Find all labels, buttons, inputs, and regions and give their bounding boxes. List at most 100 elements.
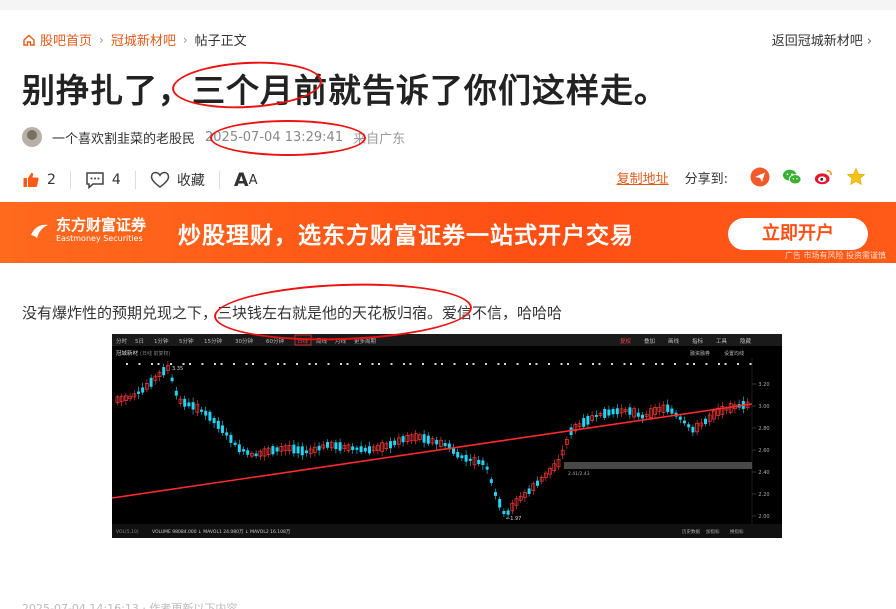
candle-body [326,442,329,448]
candle-body [233,442,237,445]
event-marker [245,363,248,365]
candle-body [191,402,195,410]
open-account-button[interactable]: 立即开户 [728,218,868,250]
candle-body [363,447,367,452]
candle-body [603,408,607,418]
candle-body [183,398,187,407]
candle-body [464,454,468,462]
volume-values: VOLUME 98084.000 ↓ MAVOL1 24.080万 ↓ MAVO… [152,529,291,535]
chart-tab: 1分钟 [154,337,169,345]
share-label: 分享到: [684,171,728,187]
action-bar: 2 4 收藏 AA [22,169,257,191]
candle-body [305,450,308,454]
eastmoney-logo-icon [31,224,48,238]
volume-label: VOL(5,10) [116,529,139,535]
favorite-button[interactable]: 收藏 [150,170,205,190]
event-marker [434,363,437,365]
event-marker [705,363,708,365]
candle-body [359,446,363,453]
candle-body [460,455,464,459]
event-marker [686,363,689,365]
chart-stock-name: 冠城新材 [116,349,139,357]
candle-body [489,479,493,483]
ad-banner[interactable]: 东方财富证券 Eastmoney Securities 炒股理财，选东方财富证券… [0,202,896,263]
event-marker [390,363,393,365]
comment-button[interactable]: 4 [85,171,121,189]
like-button[interactable]: 2 [22,171,56,189]
home-icon [23,34,35,46]
event-marker [592,363,594,365]
event-marker [674,363,676,365]
candle-body [242,449,245,452]
candle-body [271,446,275,455]
candle-body [687,424,691,428]
event-marker [535,363,538,365]
candle-body [628,407,632,415]
send-icon[interactable] [750,167,770,187]
candle-body [636,412,640,417]
event-marker [359,363,361,365]
candle-body [586,415,590,425]
candle-body [225,432,229,436]
range-band [564,462,752,469]
event-marker [138,363,141,365]
event-marker [737,363,739,365]
event-marker [497,363,500,365]
wechat-icon[interactable] [782,167,802,187]
candle-body [137,391,140,394]
candle-body [246,450,250,455]
price-axis-label: 3.00 [758,404,769,410]
breadcrumb-home-link[interactable]: 股吧首页 [40,30,92,49]
chart-tab: 日线 [297,337,309,345]
event-marker [220,363,223,365]
copy-link[interactable]: 复制地址 [617,168,669,187]
stock-chart-image[interactable]: 分时 5日 1分钟 5分钟 15分钟 30分钟 60分钟 日线 周线 月线 更多周期 复权 叠加 画线 指标… [112,334,782,538]
back-label: 返回冠城新材吧 [771,34,863,49]
event-marker [264,363,267,365]
candle-body [615,408,619,415]
event-marker [201,363,204,365]
font-size-large: A [233,169,249,191]
price-axis-label: 2.60 [758,448,769,454]
candle-body [149,377,153,387]
post-location: 来自广东 [353,131,406,147]
chart-tab: 5分钟 [179,337,194,345]
event-marker [296,363,298,365]
top-strip [0,0,896,10]
breadcrumb-home[interactable]: 股吧首页 [22,30,92,49]
candle-body [527,488,531,494]
chart-stock-note: (日线 前复权) [140,350,171,357]
breadcrumb-forum-link[interactable]: 冠城新材吧 [111,30,176,49]
avatar[interactable] [22,127,42,147]
candle-body [393,440,397,446]
event-marker [422,363,424,365]
weibo-icon[interactable] [814,167,834,187]
brand-name-cn: 东方财富证券 [56,216,147,234]
event-marker [151,363,153,365]
candle-body [275,447,279,452]
price-axis-label: 3.20 [758,382,769,388]
candle-body [468,458,472,461]
post-page: 股吧首页 › 冠城新材吧 › 帖子正文 返回冠城新材吧 › 别挣扎了，三个月前就告… [0,0,896,609]
back-to-forum-link[interactable]: 返回冠城新材吧 › [772,30,872,49]
event-marker [214,363,216,365]
font-size-button[interactable]: AA [234,169,258,191]
chart-tab: 更多周期 [354,337,377,345]
candle-body [611,408,615,415]
divider [218,171,220,189]
like-count: 2 [47,172,56,188]
event-marker [170,363,172,365]
low-price-label: ←1.97 [506,516,521,522]
event-marker [630,363,632,365]
event-marker [308,363,311,365]
font-size-small: A [248,172,258,188]
candle-body [498,498,502,508]
price-axis-label: 2.20 [758,492,769,498]
star-icon[interactable] [846,167,866,187]
candle-body [477,459,481,465]
event-marker [718,363,720,365]
candle-body [536,480,539,486]
event-marker [579,363,582,365]
event-marker [516,363,519,365]
author-name[interactable]: 一个喜欢割韭菜的老股民 [52,128,195,147]
